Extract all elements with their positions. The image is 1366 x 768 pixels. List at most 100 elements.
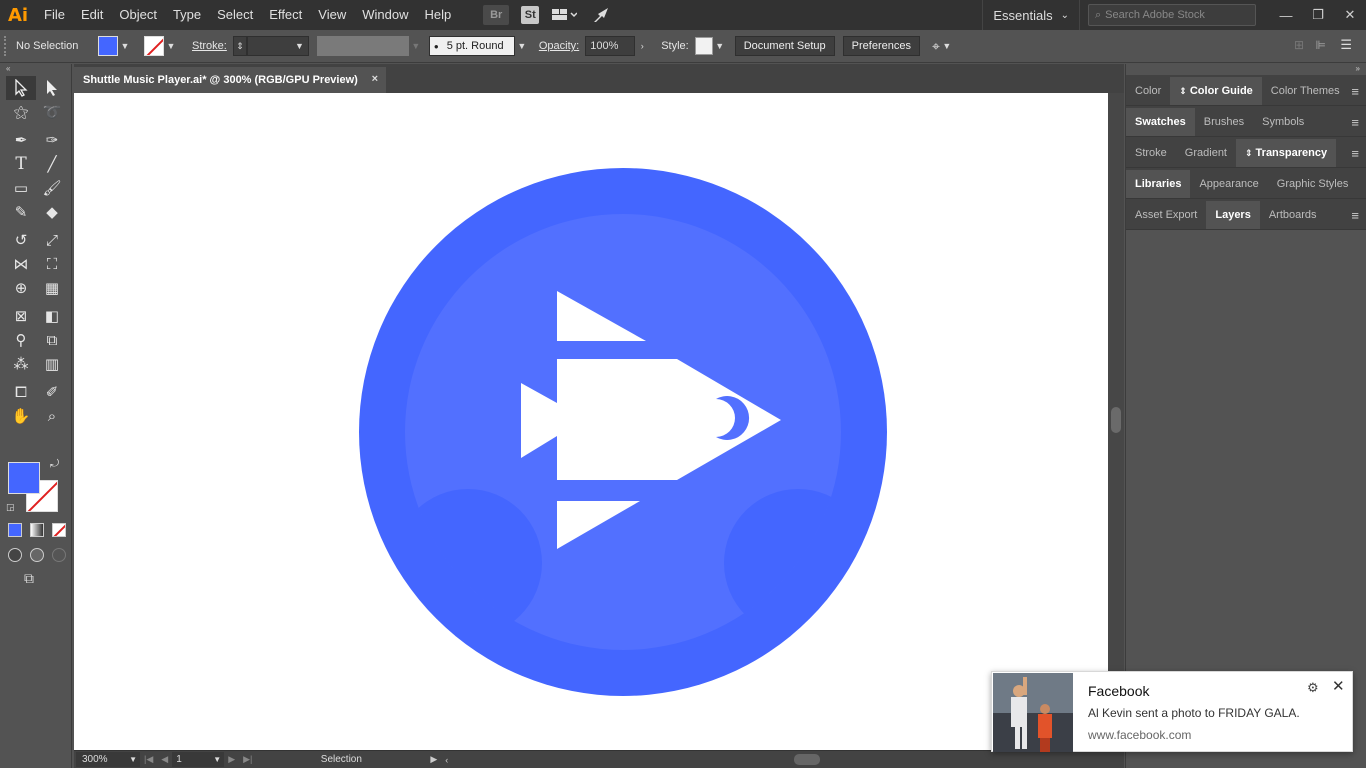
swap-fill-stroke-icon[interactable]: ⤾ [50, 458, 59, 471]
horizontal-scroll-thumb[interactable] [794, 754, 820, 765]
fill-stroke-widget[interactable]: ⤾ ◲ [6, 458, 64, 518]
next-artboard-icon[interactable]: ▶ [224, 754, 239, 765]
selection-tool-icon[interactable] [6, 76, 36, 100]
eyedropper-tool-icon[interactable]: ⚲ [6, 328, 36, 352]
status-menu-arrow-icon[interactable]: ▶ [426, 754, 441, 765]
panel-menu-icon[interactable]: ≡ [1351, 208, 1359, 223]
draw-normal-icon[interactable] [8, 548, 22, 562]
collapse-panels-icon[interactable]: » [1126, 64, 1366, 75]
last-artboard-icon[interactable]: ▶| [239, 754, 256, 765]
stroke-stepper[interactable]: ⇕ [232, 36, 247, 56]
close-button[interactable]: ✕ [1334, 0, 1366, 30]
transform-icon[interactable]: ⌖ [932, 38, 940, 55]
panel-menu-icon[interactable]: ≡ [1351, 84, 1359, 99]
scroll-left-icon[interactable]: ‹ [441, 755, 452, 765]
blend-tool-icon[interactable]: ⧉ [37, 328, 67, 352]
color-mode-icon[interactable] [8, 523, 22, 537]
symbol-sprayer-tool-icon[interactable]: ⁂ [6, 352, 36, 376]
tab-graphic-styles[interactable]: Graphic Styles [1268, 170, 1351, 198]
close-tab-icon[interactable]: × [372, 73, 378, 85]
tab-gradient[interactable]: Gradient [1176, 139, 1236, 167]
facebook-notification-toast[interactable]: Facebook Al Kevin sent a photo to FRIDAY… [991, 671, 1353, 752]
perspective-grid-tool-icon[interactable]: ▦ [37, 276, 67, 300]
graphic-style-swatch[interactable] [694, 37, 713, 55]
chevron-down-icon[interactable]: ▼ [515, 41, 529, 51]
tab-appearance[interactable]: Appearance [1190, 170, 1267, 198]
eraser-tool-icon[interactable]: ◆ [37, 200, 67, 224]
stroke-swatch[interactable] [144, 36, 164, 56]
gear-icon[interactable]: ⚙ [1307, 680, 1319, 696]
restore-button[interactable]: ❐ [1302, 0, 1334, 30]
menu-file[interactable]: File [36, 0, 73, 30]
distribute-icon[interactable]: ⊫ [1316, 38, 1326, 52]
stock-icon[interactable]: St [521, 6, 540, 24]
notification-photo[interactable] [993, 673, 1073, 752]
scale-tool-icon[interactable]: ⤢ [37, 228, 67, 252]
menu-object[interactable]: Object [111, 0, 165, 30]
tab-swatches[interactable]: Swatches [1126, 108, 1195, 136]
first-artboard-icon[interactable]: |◀ [140, 754, 157, 765]
panel-menu-icon[interactable]: ≡ [1351, 115, 1359, 130]
gradient-mode-icon[interactable] [30, 523, 44, 537]
align-icon[interactable]: ⊞ [1294, 38, 1304, 52]
previous-artboard-icon[interactable]: ◀ [157, 754, 172, 765]
tab-layers[interactable]: Layers [1206, 201, 1260, 229]
vertical-scrollbar[interactable] [1108, 93, 1124, 750]
chevron-right-icon[interactable]: › [635, 41, 649, 51]
lasso-tool-icon[interactable]: ➰ [37, 100, 67, 124]
paintbrush-tool-icon[interactable]: 🖌 [37, 176, 67, 200]
search-adobe-stock-input[interactable]: ⌕ Search Adobe Stock [1088, 4, 1256, 26]
menu-view[interactable]: View [310, 0, 354, 30]
none-mode-icon[interactable] [52, 523, 66, 537]
opacity-label[interactable]: Opacity: [533, 40, 585, 52]
stroke-label[interactable]: Stroke: [186, 40, 233, 52]
collapse-toolbar-icon[interactable]: « [0, 64, 71, 76]
curvature-tool-icon[interactable]: ✑ [37, 128, 67, 152]
draw-inside-icon[interactable] [52, 548, 66, 562]
draw-behind-icon[interactable] [30, 548, 44, 562]
tab-stroke[interactable]: Stroke [1126, 139, 1176, 167]
tab-color[interactable]: Color [1126, 77, 1170, 105]
artboard-tool-icon[interactable]: ⧠ [6, 380, 36, 404]
menu-effect[interactable]: Effect [261, 0, 310, 30]
tab-transparency[interactable]: ⇕ Transparency [1236, 139, 1337, 167]
bridge-icon[interactable]: Br [483, 5, 510, 25]
zoom-tool-icon[interactable]: ⌕ [37, 404, 67, 428]
tab-libraries[interactable]: Libraries [1126, 170, 1191, 198]
menu-type[interactable]: Type [165, 0, 209, 30]
document-tab[interactable]: Shuttle Music Player.ai* @ 300% (RGB/GPU… [74, 67, 386, 93]
line-segment-tool-icon[interactable]: ╱ [37, 152, 67, 176]
hand-tool-icon[interactable]: ✋ [6, 404, 36, 428]
chevron-down-icon[interactable]: ▼ [940, 41, 954, 51]
pen-tool-icon[interactable]: ✒ [6, 128, 36, 152]
chevron-down-icon[interactable]: ▼ [164, 41, 178, 51]
menu-select[interactable]: Select [209, 0, 261, 30]
panel-menu-icon[interactable]: ≡ [1351, 146, 1359, 161]
artboard-number-dropdown[interactable]: 1 ▼ [172, 752, 225, 767]
document-setup-button[interactable]: Document Setup [734, 36, 835, 56]
tab-brushes[interactable]: Brushes [1195, 108, 1253, 136]
direct-selection-tool-icon[interactable] [37, 76, 67, 100]
rotate-tool-icon[interactable]: ↺ [6, 228, 36, 252]
tab-symbols[interactable]: Symbols [1253, 108, 1313, 136]
preferences-button[interactable]: Preferences [842, 36, 920, 56]
column-graph-tool-icon[interactable]: ▥ [37, 352, 67, 376]
shaper-tool-icon[interactable]: ✎ [6, 200, 36, 224]
stroke-weight-input[interactable]: ▼ [246, 36, 309, 56]
vertical-scroll-thumb[interactable] [1111, 407, 1121, 433]
fill-color-box[interactable] [8, 462, 40, 494]
slice-tool-icon[interactable]: ✐ [37, 380, 67, 404]
type-tool-icon[interactable]: T [6, 152, 36, 176]
brush-definition-dropdown[interactable]: ● 5 pt. Round [428, 36, 515, 56]
artboard-canvas[interactable] [74, 93, 1108, 750]
free-transform-tool-icon[interactable]: ⛶ [37, 252, 67, 276]
menu-help[interactable]: Help [416, 0, 459, 30]
variable-width-profile[interactable] [316, 36, 409, 56]
arrange-documents-icon[interactable] [551, 5, 578, 25]
chevron-down-icon[interactable]: ▼ [409, 41, 423, 51]
default-colors-icon[interactable]: ◲ [6, 502, 15, 513]
chevron-down-icon[interactable]: ▼ [118, 41, 132, 51]
shape-builder-tool-icon[interactable]: ⊕ [6, 276, 36, 300]
tab-artboards[interactable]: Artboards [1260, 201, 1326, 229]
rectangle-tool-icon[interactable]: ▭ [6, 176, 36, 200]
